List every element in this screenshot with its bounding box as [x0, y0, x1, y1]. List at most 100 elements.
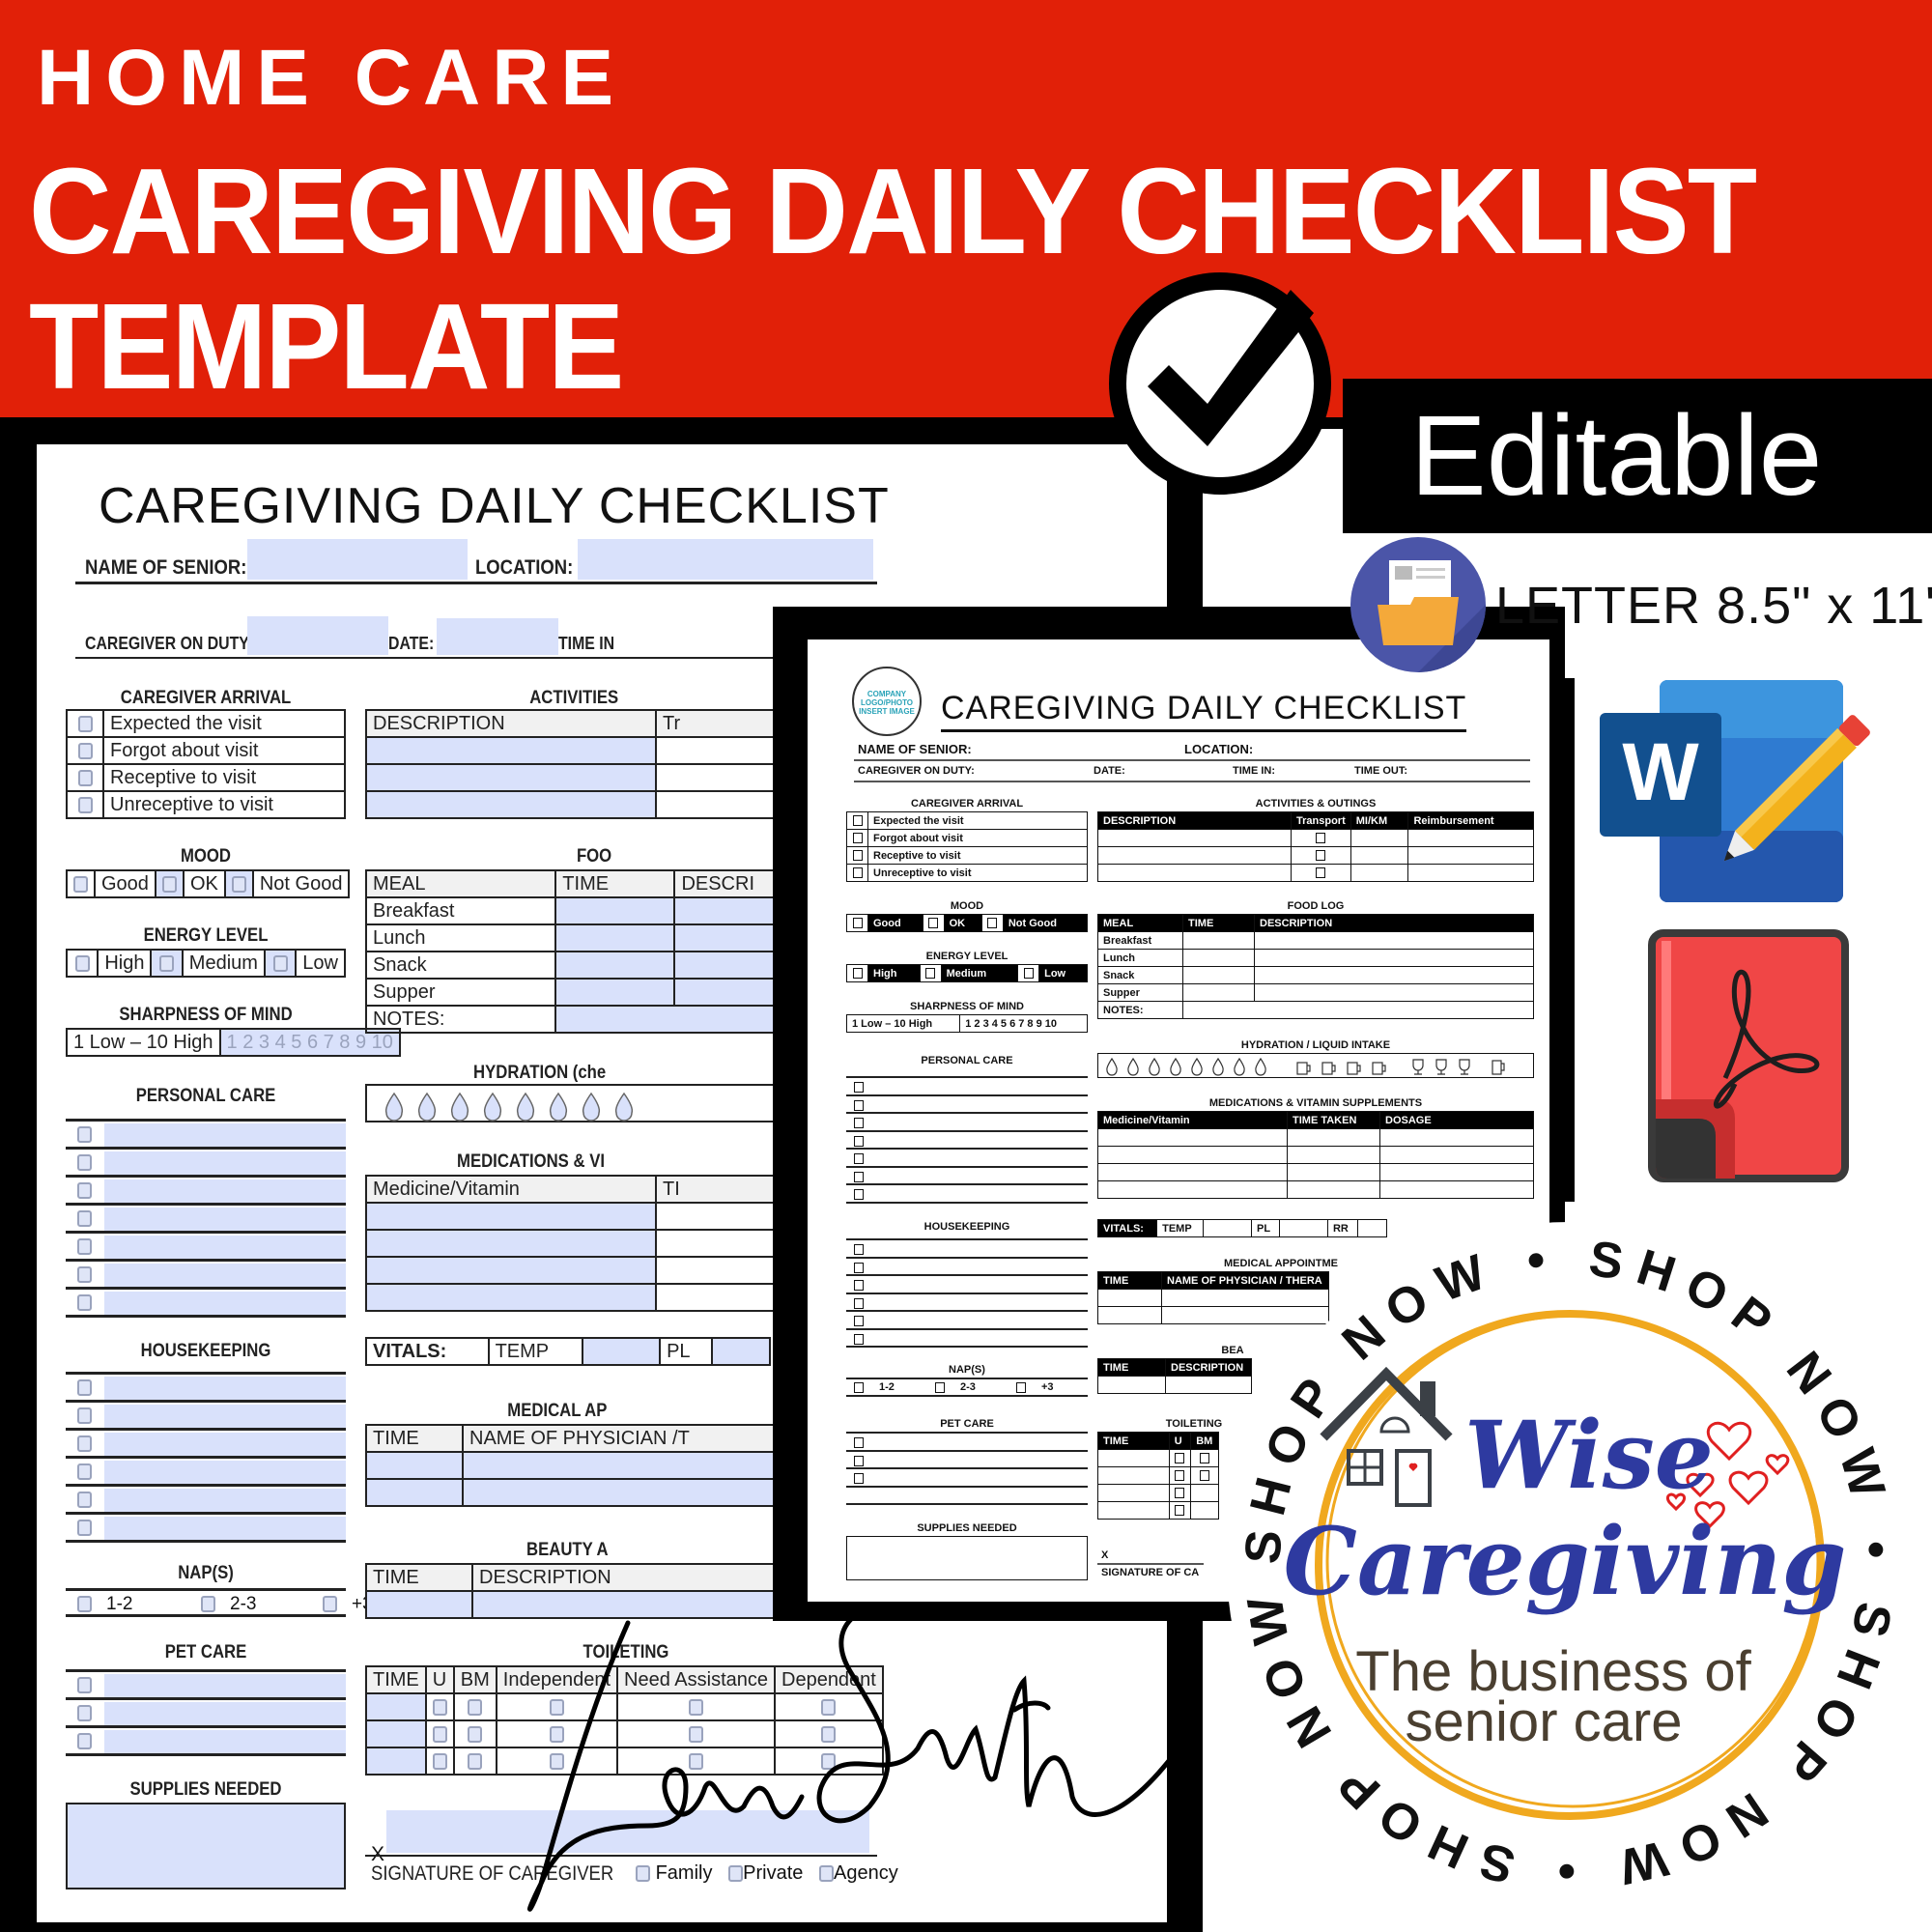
checkbox[interactable]	[272, 954, 288, 972]
checkbox[interactable]	[549, 1698, 564, 1716]
checkbox[interactable]	[1316, 833, 1326, 844]
checkbox[interactable]	[231, 875, 246, 893]
time-cell[interactable]	[554, 978, 676, 1007]
checkbox[interactable]	[821, 1698, 837, 1716]
checkbox[interactable]	[852, 815, 863, 827]
list-item[interactable]	[846, 1276, 1088, 1294]
checkbox[interactable]	[854, 1082, 864, 1093]
checkbox[interactable]	[77, 1379, 92, 1396]
checkbox[interactable]	[77, 1266, 92, 1283]
date-field[interactable]	[437, 618, 558, 655]
checkbox[interactable]	[854, 1280, 864, 1291]
list-item[interactable]	[846, 1330, 1088, 1348]
checkbox[interactable]	[1016, 1382, 1026, 1393]
checkbox[interactable]	[854, 1262, 864, 1273]
checkbox[interactable]	[854, 1099, 864, 1111]
temp-field[interactable]	[582, 1337, 662, 1366]
checkbox[interactable]	[1316, 867, 1326, 879]
checkbox[interactable]	[821, 1752, 837, 1770]
list-item[interactable]	[66, 1515, 346, 1543]
checkbox[interactable]	[77, 742, 93, 759]
checkbox[interactable]	[1175, 1470, 1185, 1482]
checkbox[interactable]	[854, 1118, 864, 1128]
checkbox[interactable]	[852, 833, 863, 844]
list-item[interactable]	[846, 1078, 1088, 1096]
checkbox[interactable]	[854, 1244, 864, 1255]
medicine-cell[interactable]	[365, 1229, 657, 1258]
checkbox[interactable]	[1175, 1488, 1185, 1499]
list-item[interactable]	[846, 1312, 1088, 1330]
list-item[interactable]	[846, 1452, 1088, 1469]
checkbox[interactable]	[432, 1725, 447, 1743]
checkbox[interactable]	[689, 1725, 703, 1743]
time-cell[interactable]	[365, 1590, 473, 1619]
checkbox[interactable]	[468, 1725, 483, 1743]
checkbox[interactable]	[925, 968, 936, 980]
list-item[interactable]	[846, 1294, 1088, 1312]
checkbox[interactable]	[549, 1752, 564, 1770]
checkbox[interactable]	[468, 1752, 483, 1770]
checkbox[interactable]	[852, 918, 863, 929]
list-item[interactable]	[846, 1469, 1088, 1488]
time-cell[interactable]	[365, 1747, 427, 1776]
checkbox[interactable]	[77, 1238, 92, 1255]
time-cell[interactable]	[365, 1451, 464, 1480]
list-item[interactable]	[66, 1700, 346, 1728]
checkbox[interactable]	[854, 1473, 864, 1484]
checkbox[interactable]	[1316, 850, 1326, 862]
checkbox[interactable]	[77, 1705, 92, 1721]
checkbox[interactable]	[852, 867, 863, 879]
checkbox[interactable]	[432, 1752, 447, 1770]
medicine-cell[interactable]	[365, 1283, 657, 1312]
checkbox[interactable]	[728, 1865, 744, 1883]
list-item[interactable]	[66, 1672, 346, 1700]
list-item[interactable]	[66, 1459, 346, 1487]
activity-cell[interactable]	[365, 736, 657, 765]
checkbox[interactable]	[819, 1865, 835, 1883]
list-item[interactable]	[66, 1431, 346, 1459]
time-cell[interactable]	[554, 923, 676, 952]
list-item[interactable]	[846, 1150, 1088, 1168]
checkbox[interactable]	[689, 1752, 703, 1770]
list-item[interactable]	[66, 1728, 346, 1756]
list-item[interactable]	[846, 1132, 1088, 1150]
list-item[interactable]	[846, 1096, 1088, 1114]
checkbox[interactable]	[854, 1153, 864, 1164]
checkbox[interactable]	[77, 1492, 92, 1508]
company-logo-placeholder[interactable]: COMPANY LOGO/PHOTO INSERT IMAGE	[852, 667, 922, 736]
checkbox[interactable]	[852, 968, 863, 980]
sharpness-scale[interactable]: 1 2 3 4 5 6 7 8 9 10	[959, 1014, 1088, 1033]
list-item[interactable]	[66, 1234, 346, 1262]
checkbox[interactable]	[1175, 1453, 1185, 1464]
checkbox[interactable]	[77, 1210, 92, 1227]
checkbox[interactable]	[854, 1455, 864, 1466]
list-item[interactable]	[66, 1150, 346, 1178]
medicine-cell[interactable]	[365, 1202, 657, 1231]
list-item[interactable]	[846, 1434, 1088, 1452]
checkbox[interactable]	[77, 715, 93, 732]
list-item[interactable]	[66, 1178, 346, 1206]
activity-cell[interactable]	[365, 790, 657, 819]
checkbox[interactable]	[821, 1725, 837, 1743]
checkbox[interactable]	[77, 1126, 92, 1143]
list-item[interactable]	[66, 1206, 346, 1234]
shop-now-badge[interactable]: SHOP NOW • SHOP NOW • SHOP NOW • SHOP NO…	[1192, 1153, 1932, 1932]
list-item[interactable]	[846, 1114, 1088, 1132]
supplies-needed-field[interactable]	[846, 1536, 1088, 1580]
checkbox[interactable]	[77, 1182, 92, 1199]
list-item[interactable]	[846, 1240, 1088, 1259]
time-cell[interactable]	[554, 896, 676, 925]
checkbox[interactable]	[77, 769, 93, 786]
list-item[interactable]	[846, 1259, 1088, 1276]
location-field[interactable]	[578, 539, 873, 580]
checkbox[interactable]	[201, 1596, 215, 1612]
time-cell[interactable]	[365, 1692, 427, 1721]
checkbox[interactable]	[854, 1297, 864, 1309]
checkbox[interactable]	[77, 1435, 92, 1452]
checkbox[interactable]	[689, 1698, 703, 1716]
checkbox[interactable]	[852, 850, 863, 862]
name-of-senior-field[interactable]	[247, 539, 468, 580]
checkbox[interactable]	[854, 1437, 864, 1448]
checkbox[interactable]	[74, 954, 90, 972]
checkbox[interactable]	[77, 1596, 92, 1612]
